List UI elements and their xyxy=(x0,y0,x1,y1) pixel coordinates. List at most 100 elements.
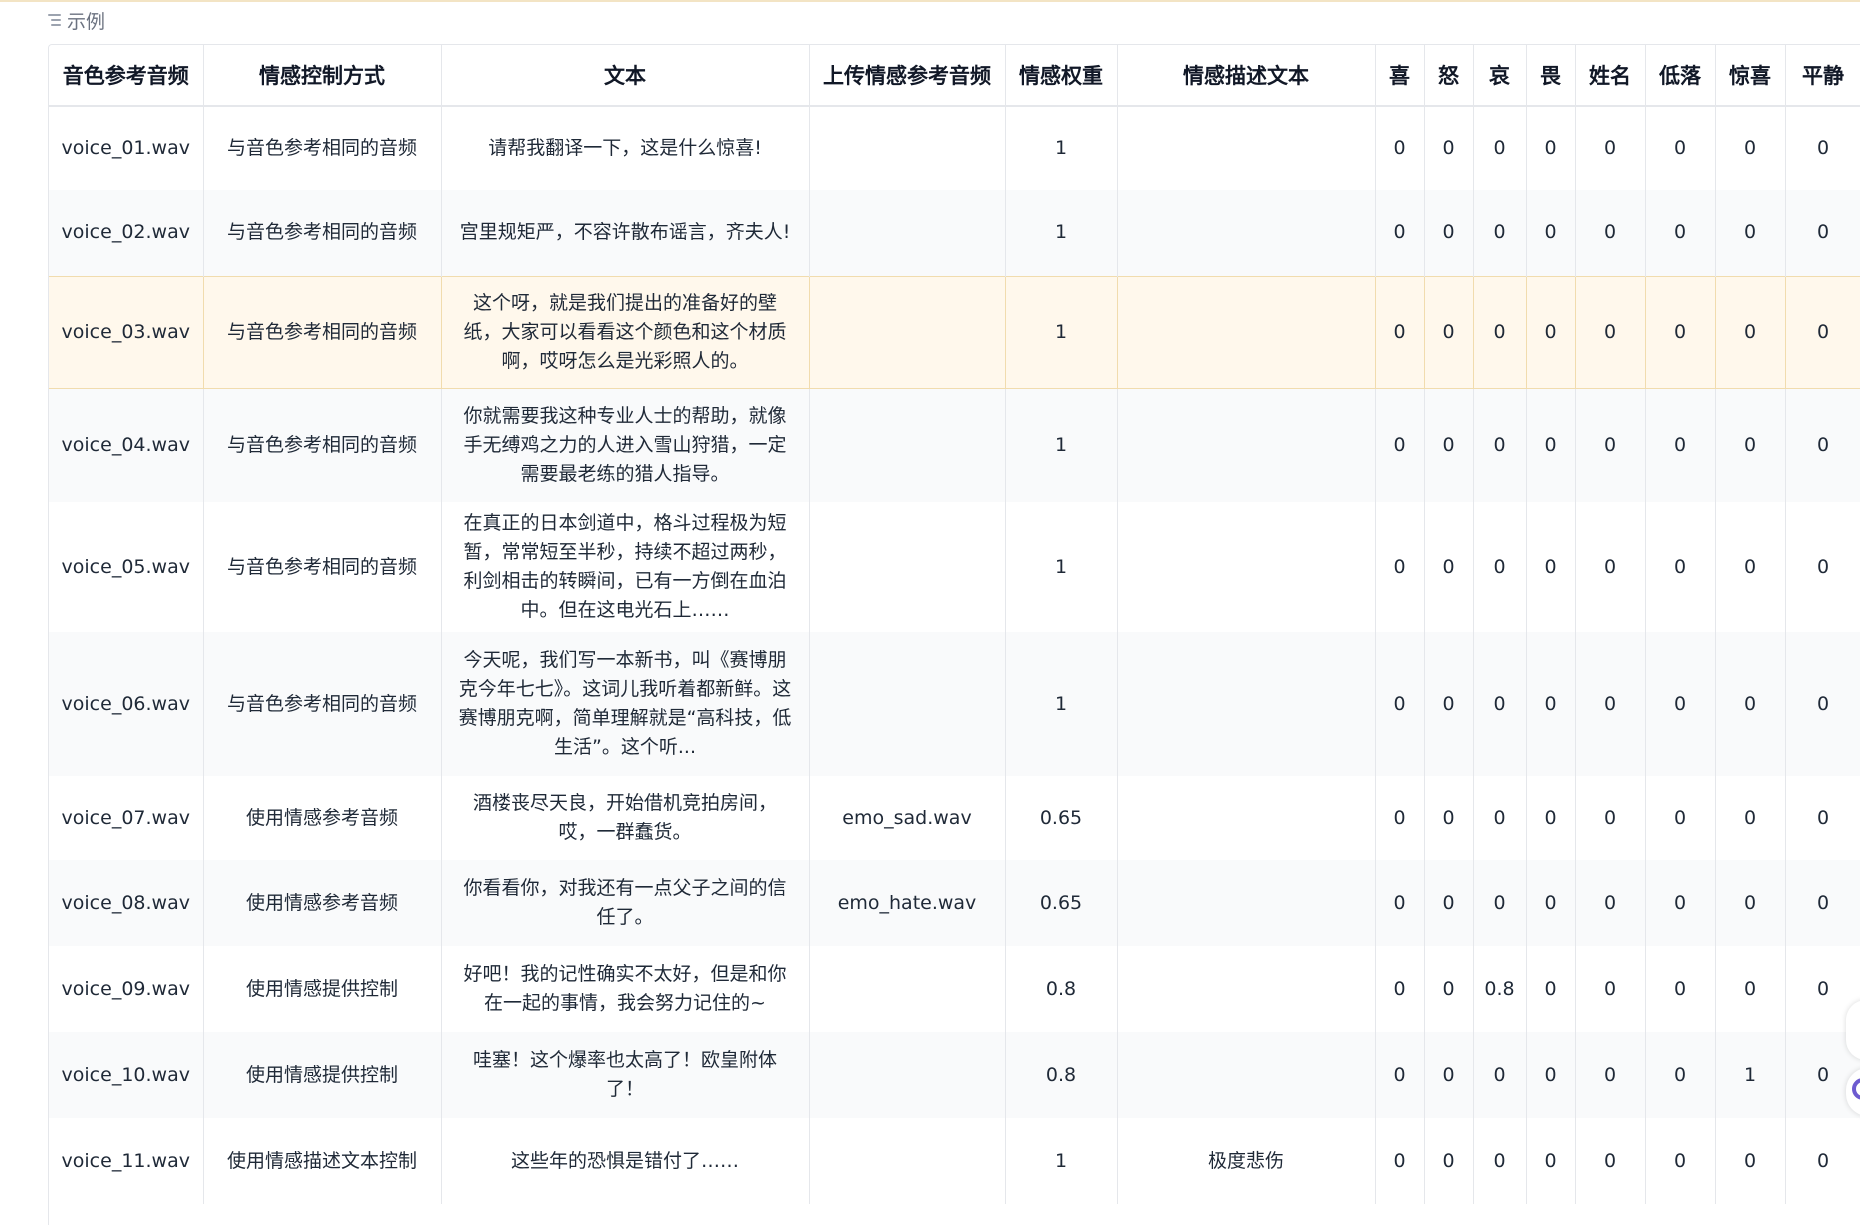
cell-angry: 0 xyxy=(1424,388,1474,502)
cell-angry: 0 xyxy=(1424,632,1474,776)
table-row[interactable]: voice_09.wav 使用情感提供控制 好吧！我的记性确实不太好，但是和你在一起… xyxy=(49,946,1860,1032)
cell-happy: 0 xyxy=(1375,106,1425,190)
cell-emotion-description xyxy=(1117,190,1376,276)
cell-name: 0 xyxy=(1575,388,1646,502)
table-row[interactable]: voice_01.wav 与音色参考相同的音频 请帮我翻译一下，这是什么惊喜! 1 0 0… xyxy=(49,106,1860,190)
column-header-surprise[interactable]: 惊喜 xyxy=(1715,45,1786,107)
cell-emotion-description xyxy=(1117,106,1376,190)
cell-afraid: 0 xyxy=(1526,632,1576,776)
cell-calm: 0 xyxy=(1785,860,1860,946)
table-row[interactable]: voice_05.wav 与音色参考相同的音频 在真正的日本剑道中，格斗过程极为短暂… xyxy=(49,502,1860,632)
cell-name: 0 xyxy=(1575,776,1646,860)
cell-low: 0 xyxy=(1645,860,1716,946)
column-header-angry[interactable]: 怒 xyxy=(1424,45,1474,107)
cell-calm: 0 xyxy=(1785,388,1860,502)
cell-emotion-reference-upload xyxy=(809,190,1006,276)
cell-surprise: 0 xyxy=(1715,106,1786,190)
table-row[interactable]: voice_10.wav 使用情感提供控制 哇塞！这个爆率也太高了！欧皇附体了！ 0.… xyxy=(49,1032,1860,1118)
column-header-sad[interactable]: 哀 xyxy=(1473,45,1527,107)
table-row[interactable]: voice_07.wav 使用情感参考音频 酒楼丧尽天良，开始借机竞拍房间，哎，一群… xyxy=(49,776,1860,860)
cell-angry: 0 xyxy=(1424,502,1474,632)
cell-emotion-description xyxy=(1117,860,1376,946)
cell-reference-audio: voice_07.wav xyxy=(49,776,204,860)
cell-low: 0 xyxy=(1645,106,1716,190)
cell-calm: 0 xyxy=(1785,502,1860,632)
cell-emotion-control-mode: 与音色参考相同的音频 xyxy=(203,388,442,502)
cell-sad: 0 xyxy=(1473,1118,1527,1204)
table-row[interactable]: voice_08.wav 使用情感参考音频 你看看你，对我还有一点父子之间的信任了。… xyxy=(49,860,1860,946)
cell-emotion-reference-upload xyxy=(809,1118,1006,1204)
cell-name: 0 xyxy=(1575,190,1646,276)
cell-emotion-reference-upload xyxy=(809,946,1006,1032)
cell-surprise: 0 xyxy=(1715,776,1786,860)
cell-emotion-control-mode: 使用情感提供控制 xyxy=(203,946,442,1032)
cell-afraid: 0 xyxy=(1526,776,1576,860)
cell-emotion-description xyxy=(1117,275,1376,389)
cell-text: 今天呢，我们写一本新书，叫《赛博朋克今年七七》。这词儿我听着都新鲜。这赛博朋克啊… xyxy=(441,632,810,776)
cell-emotion-weight: 1 xyxy=(1005,1118,1118,1204)
column-header-emotion-description[interactable]: 情感描述文本 xyxy=(1117,45,1376,107)
column-header-name[interactable]: 姓名 xyxy=(1575,45,1646,107)
table-row[interactable]: voice_04.wav 与音色参考相同的音频 你就需要我这种专业人士的帮助，就像手… xyxy=(49,388,1860,502)
cell-calm: 0 xyxy=(1785,632,1860,776)
column-header-emotion-control-mode[interactable]: 情感控制方式 xyxy=(203,45,442,107)
column-header-happy[interactable]: 喜 xyxy=(1375,45,1425,107)
cell-angry: 0 xyxy=(1424,190,1474,276)
cell-surprise: 0 xyxy=(1715,275,1786,389)
cell-emotion-weight: 1 xyxy=(1005,502,1118,632)
cell-happy: 0 xyxy=(1375,1032,1425,1118)
cell-happy: 0 xyxy=(1375,860,1425,946)
column-header-text[interactable]: 文本 xyxy=(441,45,810,107)
column-header-calm[interactable]: 平静 xyxy=(1785,45,1860,107)
cell-low: 0 xyxy=(1645,502,1716,632)
column-header-afraid[interactable]: 畏 xyxy=(1526,45,1576,107)
list-icon xyxy=(48,14,61,26)
cell-emotion-control-mode: 与音色参考相同的音频 xyxy=(203,190,442,276)
examples-table-container: 音色参考音频 情感控制方式 文本 上传情感参考音频 情感权重 情感描述文本喜怒哀畏姓名 低落… xyxy=(48,44,1860,1225)
cell-afraid: 0 xyxy=(1526,860,1576,946)
cell-low: 0 xyxy=(1645,190,1716,276)
table-row[interactable]: voice_02.wav 与音色参考相同的音频 宫里规矩严，不容许散布谣言，齐夫人!… xyxy=(49,190,1860,276)
cell-angry: 0 xyxy=(1424,860,1474,946)
cell-emotion-weight: 1 xyxy=(1005,190,1118,276)
cell-afraid: 0 xyxy=(1526,106,1576,190)
cell-emotion-weight: 0.8 xyxy=(1005,1032,1118,1118)
cell-surprise: 0 xyxy=(1715,946,1786,1032)
cell-emotion-description xyxy=(1117,776,1376,860)
cell-sad: 0 xyxy=(1473,275,1527,389)
column-header-low[interactable]: 低落 xyxy=(1645,45,1716,107)
cell-name: 0 xyxy=(1575,1118,1646,1204)
cell-calm: 0 xyxy=(1785,275,1860,389)
top-divider xyxy=(0,0,1860,2)
cell-emotion-reference-upload xyxy=(809,388,1006,502)
cell-low: 0 xyxy=(1645,275,1716,389)
cell-sad: 0 xyxy=(1473,1032,1527,1118)
column-header-emotion-weight[interactable]: 情感权重 xyxy=(1005,45,1118,107)
cell-low: 0 xyxy=(1645,946,1716,1032)
cell-surprise: 0 xyxy=(1715,190,1786,276)
cell-emotion-weight: 1 xyxy=(1005,632,1118,776)
table-header-row: 音色参考音频 情感控制方式 文本 上传情感参考音频 情感权重 情感描述文本喜怒哀畏姓名 低落… xyxy=(49,45,1860,107)
column-header-emotion-reference-upload[interactable]: 上传情感参考音频 xyxy=(809,45,1006,107)
cell-sad: 0 xyxy=(1473,190,1527,276)
cell-sad: 0 xyxy=(1473,776,1527,860)
table-row[interactable]: voice_06.wav 与音色参考相同的音频 今天呢，我们写一本新书，叫《赛博朋克… xyxy=(49,632,1860,776)
cell-afraid: 0 xyxy=(1526,502,1576,632)
cell-low: 0 xyxy=(1645,776,1716,860)
cell-emotion-control-mode: 与音色参考相同的音频 xyxy=(203,502,442,632)
cell-emotion-control-mode: 与音色参考相同的音频 xyxy=(203,106,442,190)
column-header-reference-audio[interactable]: 音色参考音频 xyxy=(49,45,204,107)
cell-happy: 0 xyxy=(1375,502,1425,632)
examples-label: 示例 xyxy=(48,6,105,34)
cell-emotion-description xyxy=(1117,632,1376,776)
cell-emotion-description xyxy=(1117,502,1376,632)
cell-emotion-control-mode: 与音色参考相同的音频 xyxy=(203,632,442,776)
table-row[interactable]: voice_11.wav 使用情感描述文本控制 这些年的恐惧是错付了…… 1 极度悲伤 0… xyxy=(49,1118,1860,1204)
cell-text: 这个呀，就是我们提出的准备好的壁纸，大家可以看看这个颜色和这个材质啊，哎呀怎么是… xyxy=(441,275,810,389)
cell-name: 0 xyxy=(1575,275,1646,389)
cell-surprise: 0 xyxy=(1715,632,1786,776)
cell-emotion-weight: 0.65 xyxy=(1005,776,1118,860)
cell-low: 0 xyxy=(1645,632,1716,776)
cell-emotion-reference-upload xyxy=(809,106,1006,190)
table-row[interactable]: voice_03.wav 与音色参考相同的音频 这个呀，就是我们提出的准备好的壁纸，… xyxy=(49,275,1860,389)
